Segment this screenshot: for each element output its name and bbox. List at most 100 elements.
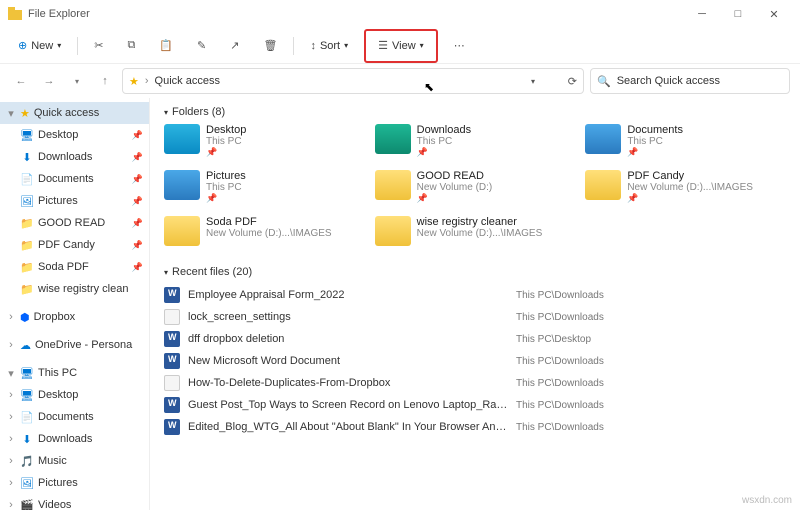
paste-button[interactable]: 📋: [151, 33, 181, 59]
delete-button[interactable]: 🗑: [255, 33, 285, 59]
folder-name: Pictures: [206, 170, 246, 182]
star-icon: ★: [129, 75, 139, 88]
folder-item[interactable]: DesktopThis PC📌: [164, 124, 365, 164]
sidebar-item[interactable]: ›🖥Desktop: [0, 384, 149, 406]
file-path: This PC\Downloads: [516, 400, 604, 411]
folder-icon: [164, 170, 200, 200]
sidebar-item[interactable]: 📁wise registry clean: [0, 278, 149, 300]
address-text: Quick access: [155, 75, 220, 87]
folder-location: This PC: [417, 136, 471, 147]
sidebar-item[interactable]: 📄Documents📌: [0, 168, 149, 190]
cut-button[interactable]: ✂: [86, 33, 111, 59]
minimize-button[interactable]: ─: [684, 0, 720, 28]
search-box[interactable]: 🔍 Search Quick access: [590, 68, 790, 94]
sidebar-item-label: PDF Candy: [38, 239, 95, 251]
pin-icon: 📌: [132, 240, 143, 251]
expand-icon[interactable]: ›: [6, 499, 16, 510]
forward-button[interactable]: →: [38, 70, 60, 92]
folder-item[interactable]: DownloadsThis PC📌: [375, 124, 576, 164]
title-bar: File Explorer ─ □ ✕: [0, 0, 800, 28]
file-row[interactable]: How-To-Delete-Duplicates-From-DropboxThi…: [164, 372, 786, 394]
pin-icon: 📌: [132, 130, 143, 141]
pin-icon: 📌: [627, 193, 753, 204]
sidebar-item[interactable]: ›⬇Downloads: [0, 428, 149, 450]
folder-location: New Volume (D:): [417, 182, 493, 193]
sidebar-item[interactable]: 📁PDF Candy📌: [0, 234, 149, 256]
rename-button[interactable]: ✎: [189, 33, 214, 59]
collapse-icon[interactable]: ▾: [6, 367, 16, 380]
close-button[interactable]: ✕: [756, 0, 792, 28]
folder-icon: [585, 124, 621, 154]
folder-location: This PC: [627, 136, 683, 147]
file-path: This PC\Desktop: [516, 334, 591, 345]
toolbar: ⊕New▾ ✂ ⧉ 📋 ✎ ↗ 🗑 ↕ Sort ▾ ☰ View ▾ ⋯: [0, 28, 800, 64]
address-bar[interactable]: ★ › Quick access ▾ ⟳: [122, 68, 584, 94]
more-button[interactable]: ⋯: [446, 33, 473, 59]
pin-icon: 📌: [132, 262, 143, 273]
sidebar-item[interactable]: 🖥Desktop📌: [0, 124, 149, 146]
folders-header[interactable]: ▾Folders (8): [164, 106, 786, 118]
folder-icon: 🖥: [20, 128, 34, 142]
up-button[interactable]: ↑: [94, 70, 116, 92]
expand-icon[interactable]: ›: [6, 433, 16, 445]
folder-name: PDF Candy: [627, 170, 753, 182]
search-icon: 🔍: [597, 75, 611, 88]
expand-icon[interactable]: ›: [6, 477, 16, 489]
folder-item[interactable]: DocumentsThis PC📌: [585, 124, 786, 164]
address-dropdown[interactable]: ▾: [531, 77, 535, 86]
maximize-button[interactable]: □: [720, 0, 756, 28]
sidebar-item[interactable]: › 🖼 Pictures: [0, 472, 149, 494]
view-button[interactable]: ☰ View ▾: [370, 33, 432, 59]
sidebar-item[interactable]: 📁GOOD READ📌: [0, 212, 149, 234]
recent-dropdown[interactable]: ▾: [66, 70, 88, 92]
share-button[interactable]: ↗: [222, 33, 247, 59]
refresh-button[interactable]: ⟳: [568, 75, 577, 88]
file-row[interactable]: Guest Post_Top Ways to Screen Record on …: [164, 394, 786, 416]
file-row[interactable]: dff dropbox deletionThis PC\Desktop: [164, 328, 786, 350]
sidebar-item-label: Downloads: [38, 433, 92, 445]
folder-icon: 🖼: [20, 476, 34, 490]
expand-icon[interactable]: ›: [6, 411, 16, 423]
back-button[interactable]: ←: [10, 70, 32, 92]
pin-icon: 📌: [132, 196, 143, 207]
recent-header[interactable]: ▾Recent files (20): [164, 266, 786, 278]
sidebar-dropbox[interactable]: ›⬢Dropbox: [0, 306, 149, 328]
collapse-icon[interactable]: ▾: [6, 107, 16, 120]
folder-item[interactable]: GOOD READNew Volume (D:)📌: [375, 170, 576, 210]
expand-icon[interactable]: ›: [6, 339, 16, 351]
sidebar-item[interactable]: 🖼Pictures📌: [0, 190, 149, 212]
view-highlight: ☰ View ▾: [364, 29, 438, 63]
sidebar-item-label: Music: [38, 455, 67, 467]
sidebar-item[interactable]: 📁Soda PDF📌: [0, 256, 149, 278]
expand-icon[interactable]: ›: [6, 455, 16, 467]
sidebar-quick-access[interactable]: ▾★Quick access: [0, 102, 149, 124]
file-row[interactable]: New Microsoft Word DocumentThis PC\Downl…: [164, 350, 786, 372]
sidebar-item[interactable]: ⬇Downloads📌: [0, 146, 149, 168]
folder-icon: [375, 170, 411, 200]
file-name: Employee Appraisal Form_2022: [188, 289, 508, 301]
copy-button[interactable]: ⧉: [119, 33, 143, 59]
pin-icon: 📌: [132, 218, 143, 229]
folder-icon: 🎵: [20, 454, 34, 468]
sidebar-this-pc[interactable]: ▾🖥This PC: [0, 362, 149, 384]
sidebar-item[interactable]: ›🎬Videos: [0, 494, 149, 510]
file-icon: [164, 331, 180, 347]
file-row[interactable]: Edited_Blog_WTG_All About "About Blank" …: [164, 416, 786, 438]
sidebar-item-label: Pictures: [38, 477, 78, 489]
folder-name: wise registry cleaner: [417, 216, 543, 228]
folder-item[interactable]: PDF CandyNew Volume (D:)...\IMAGES📌: [585, 170, 786, 210]
sidebar-item[interactable]: › 🎵 Music: [0, 450, 149, 472]
folder-item[interactable]: Soda PDFNew Volume (D:)...\IMAGES: [164, 216, 365, 256]
expand-icon[interactable]: ›: [6, 389, 16, 401]
app-icon: [8, 7, 22, 21]
expand-icon[interactable]: ›: [6, 311, 16, 323]
folder-icon: [375, 124, 411, 154]
folder-item[interactable]: wise registry cleanerNew Volume (D:)...\…: [375, 216, 576, 256]
new-button[interactable]: ⊕New▾: [10, 33, 69, 59]
file-row[interactable]: lock_screen_settingsThis PC\Downloads: [164, 306, 786, 328]
folder-item[interactable]: PicturesThis PC📌: [164, 170, 365, 210]
file-row[interactable]: Employee Appraisal Form_2022This PC\Down…: [164, 284, 786, 306]
sidebar-item[interactable]: ›📄Documents: [0, 406, 149, 428]
sort-button[interactable]: ↕ Sort ▾: [302, 33, 356, 59]
sidebar-onedrive[interactable]: ›☁OneDrive - Persona: [0, 334, 149, 356]
